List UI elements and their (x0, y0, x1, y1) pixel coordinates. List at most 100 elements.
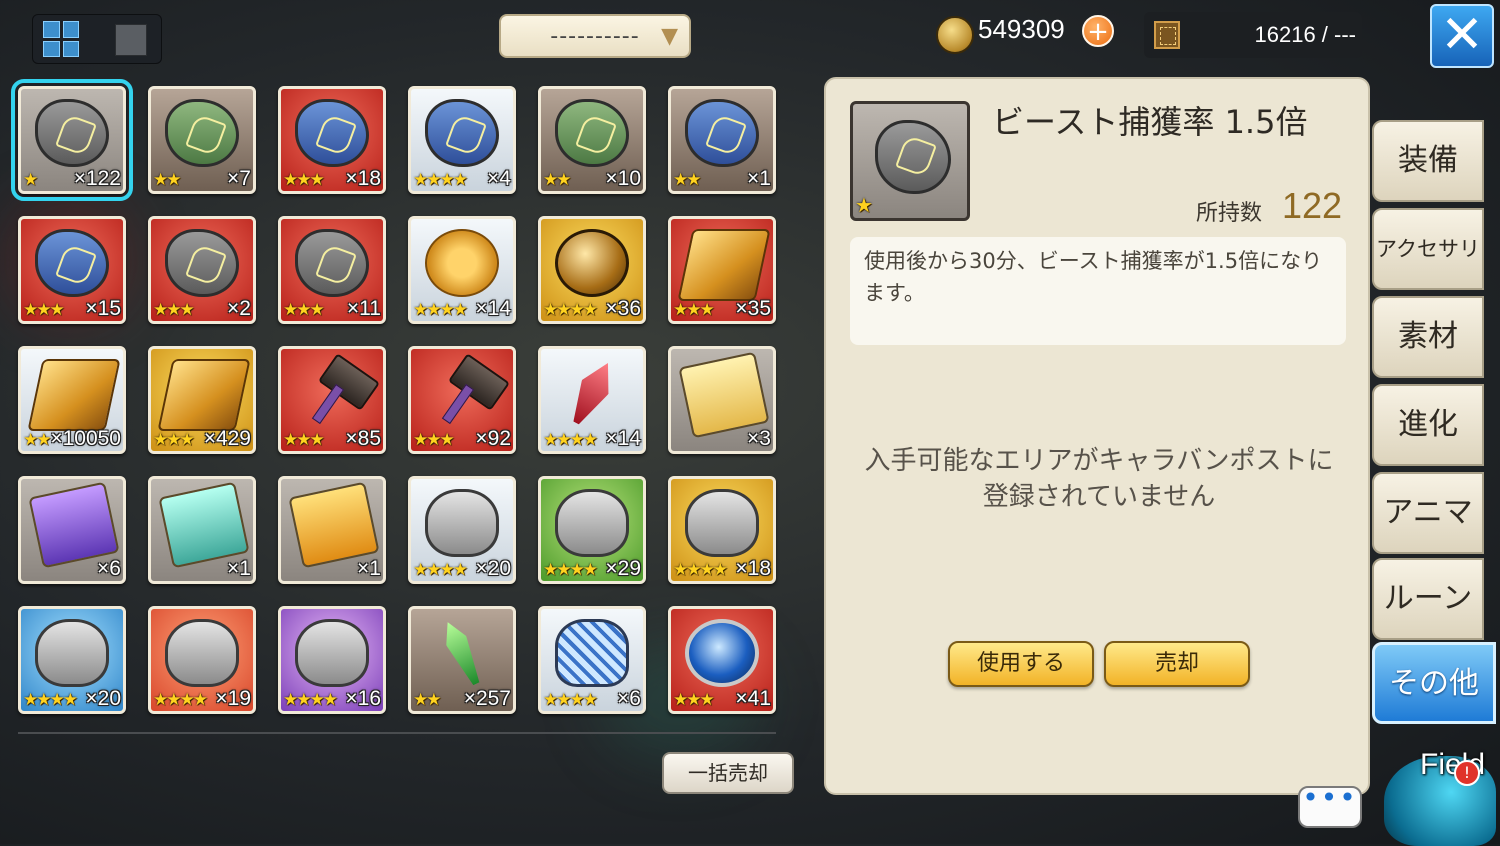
chevron-down-icon: ▼ (661, 24, 679, 49)
item-slot[interactable]: ★★★★ ×20 (408, 476, 516, 584)
rarity-stars: ★★ (153, 170, 182, 190)
item-count: ×2 (227, 297, 251, 320)
item-count: ×10 (605, 167, 641, 190)
rarity-stars: ★★★★ (543, 300, 598, 320)
stone-blue-icon (35, 229, 109, 297)
coin-icon (936, 16, 974, 54)
item-count: ×6 (617, 687, 641, 710)
filter-dropdown[interactable]: ---------- ▼ (499, 14, 691, 58)
stone-gray-icon (35, 99, 109, 167)
rarity-stars: ★ (23, 170, 38, 190)
item-slot[interactable]: ★★ ×10050 (18, 346, 126, 454)
rarity-stars: ★★★ (283, 300, 325, 320)
item-count: ×35 (735, 297, 771, 320)
rarity-stars: ★★★★ (413, 300, 468, 320)
tab-5[interactable]: ルーン (1372, 558, 1484, 640)
item-slot[interactable]: ★★★★ ×6 (538, 606, 646, 714)
rarity-stars: ★★★ (153, 300, 195, 320)
item-count: ×19 (215, 687, 251, 710)
item-count: ×18 (735, 557, 771, 580)
divider (18, 732, 776, 734)
plus-icon[interactable]: + (1082, 15, 1114, 47)
item-slot[interactable]: ★★★★ ×4 (408, 86, 516, 194)
stone-blue-icon (295, 99, 369, 167)
field-button[interactable]: Field ! (1374, 734, 1500, 846)
item-slot[interactable]: ×1 (148, 476, 256, 584)
tab-2[interactable]: 素材 (1372, 296, 1484, 378)
item-slot[interactable]: ★★★ ×35 (668, 216, 776, 324)
alert-badge: ! (1454, 760, 1480, 786)
item-count: ×6 (97, 557, 121, 580)
stone-gray-icon (295, 229, 369, 297)
item-slot[interactable]: ★★★★ ×29 (538, 476, 646, 584)
head-icon (555, 489, 629, 557)
item-slot[interactable]: ★★★ ×15 (18, 216, 126, 324)
rarity-stars: ★★ (543, 170, 572, 190)
rarity-stars: ★★★★ (153, 690, 208, 710)
item-slot[interactable]: ★★ ×10 (538, 86, 646, 194)
item-description: 使用後から30分、ビースト捕獲率が1.5倍になります。 (864, 249, 1323, 305)
item-slot[interactable]: ★★★★ ×14 (538, 346, 646, 454)
item-slot[interactable]: ★ ×122 (11, 79, 133, 201)
item-slot[interactable]: ★★★★ ×16 (278, 606, 386, 714)
close-icon[interactable]: ✕ (1430, 4, 1494, 68)
item-slot[interactable]: ★★ ×1 (668, 86, 776, 194)
item-slot[interactable]: ★★★ ×41 (668, 606, 776, 714)
item-count: ×18 (345, 167, 381, 190)
tab-6[interactable]: その他 (1372, 642, 1496, 724)
item-slot[interactable]: ★★★ ×11 (278, 216, 386, 324)
detail-item-icon: ★ (850, 101, 970, 221)
rarity-stars: ★★★ (23, 300, 65, 320)
tab-4[interactable]: アニマ (1372, 472, 1484, 554)
tab-0[interactable]: 装備 (1372, 120, 1484, 202)
bulk-sell-button[interactable]: 一括売却 (662, 752, 794, 794)
spear-icon (438, 618, 487, 689)
item-slot[interactable]: ★★★ ×429 (148, 346, 256, 454)
currency-display: 549309 + (936, 12, 1116, 56)
item-slot[interactable]: ★★★ ×2 (148, 216, 256, 324)
rarity-stars: ★★★★ (413, 560, 468, 580)
vase-icon (555, 619, 629, 687)
item-slot[interactable]: ★★ ×7 (148, 86, 256, 194)
item-slot[interactable]: ★★★★ ×36 (538, 216, 646, 324)
item-count: ×41 (735, 687, 771, 710)
item-slot[interactable]: ★★★★ ×14 (408, 216, 516, 324)
ingot-icon (27, 359, 121, 431)
crystal-icon (563, 356, 621, 430)
item-count: ×3 (747, 427, 771, 450)
sell-button[interactable]: 売却 (1104, 641, 1250, 687)
item-slot[interactable]: ★★★★ ×20 (18, 606, 126, 714)
item-count: ×1 (357, 557, 381, 580)
rarity-stars: ★★★★ (413, 170, 468, 190)
item-slot[interactable]: ★★★★ ×19 (148, 606, 256, 714)
head-icon (295, 619, 369, 687)
item-count: ×20 (85, 687, 121, 710)
item-count: ×85 (345, 427, 381, 450)
rarity-stars: ★★ (23, 430, 52, 450)
use-button[interactable]: 使用する (948, 641, 1094, 687)
stone-blue-icon (685, 99, 759, 167)
scroll-teal-icon (158, 481, 250, 569)
item-slot[interactable]: ★★ ×257 (408, 606, 516, 714)
stone-blue-icon (425, 99, 499, 167)
grid-icon[interactable] (43, 21, 79, 57)
item-slot[interactable]: ×3 (668, 346, 776, 454)
item-count: ×7 (227, 167, 251, 190)
item-slot[interactable]: ★★★★ ×18 (668, 476, 776, 584)
item-slot[interactable]: ★★★ ×85 (278, 346, 386, 454)
item-slot[interactable]: ★★★ ×18 (278, 86, 386, 194)
item-slot[interactable]: ★★★ ×92 (408, 346, 516, 454)
item-count: ×36 (605, 297, 641, 320)
item-slot[interactable]: ×6 (18, 476, 126, 584)
square-icon[interactable] (115, 24, 147, 56)
item-slot[interactable]: ×1 (278, 476, 386, 584)
item-count: ×257 (463, 687, 511, 710)
rarity-stars: ★★ (673, 170, 702, 190)
tab-3[interactable]: 進化 (1372, 384, 1484, 466)
chat-button[interactable]: ••• (1298, 784, 1362, 828)
scroll-gold-icon (678, 351, 770, 439)
tab-1[interactable]: アクセサリ (1372, 208, 1484, 290)
item-count: ×429 (203, 427, 251, 450)
rarity-stars: ★★★★ (543, 560, 598, 580)
hammer-icon (429, 353, 511, 427)
